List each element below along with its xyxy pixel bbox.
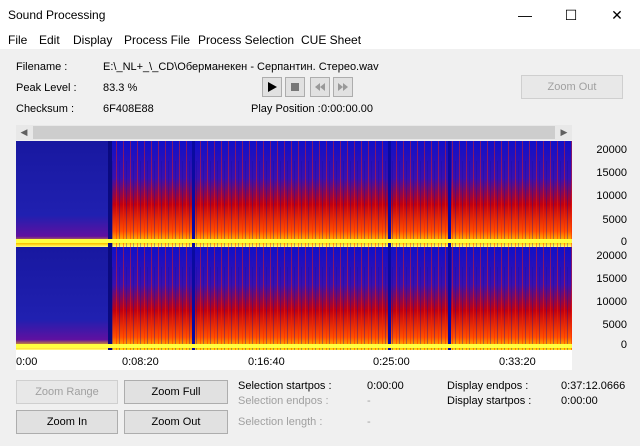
menu-display[interactable]: Display <box>73 33 112 47</box>
rewind-icon <box>315 83 325 91</box>
filename-value: E:\_NL+_\_CD\Оберманекен - Серпантин. Ст… <box>103 61 379 73</box>
y-tick-label: 15000 <box>596 273 627 285</box>
selection-length-label: Selection length : <box>238 416 323 428</box>
zoom-full-button[interactable]: Zoom Full <box>124 380 228 404</box>
display-endpos-value: 0:37:12.0666 <box>561 380 626 392</box>
rewind-button[interactable] <box>310 77 330 97</box>
x-tick-label: 0:25:00 <box>373 356 410 368</box>
zoom-out-button[interactable]: Zoom Out <box>124 410 228 434</box>
display-startpos-label: Display startpos : <box>447 395 532 407</box>
y-tick-label: 0 <box>620 339 627 351</box>
menu-process-selection[interactable]: Process Selection <box>198 33 294 47</box>
close-icon: ✕ <box>611 6 623 23</box>
play-position-label: Play Position : <box>251 103 321 115</box>
horizontal-scrollbar[interactable]: ◀ ▶ <box>16 125 572 140</box>
menu-bar: File Edit Display Process File Process S… <box>0 30 640 50</box>
menu-process-file[interactable]: Process File <box>124 33 190 47</box>
checksum-value: 6F408E88 <box>103 103 154 115</box>
y-tick-label: 20000 <box>596 250 627 262</box>
stop-icon <box>291 83 299 91</box>
y-tick-label: 10000 <box>596 190 627 202</box>
play-button[interactable] <box>262 77 282 97</box>
x-tick-label: 0:00 <box>16 356 38 368</box>
title-bar: Sound Processing — ☐ ✕ <box>0 0 640 30</box>
selection-startpos-value: 0:00:00 <box>367 380 404 392</box>
y-tick-label: 5000 <box>602 319 627 331</box>
zoom-out-top-button[interactable]: Zoom Out <box>521 75 623 99</box>
play-icon <box>268 82 277 92</box>
selection-endpos-label: Selection endpos : <box>238 395 329 407</box>
spectrogram-channel-right[interactable] <box>16 247 572 350</box>
minimize-icon: — <box>518 7 532 23</box>
scroll-left-icon[interactable]: ◀ <box>16 125 32 140</box>
spectrogram-channel-left[interactable] <box>16 141 572 247</box>
display-endpos-label: Display endpos : <box>447 380 529 392</box>
maximize-icon: ☐ <box>564 6 578 23</box>
display-startpos-value: 0:00:00 <box>561 395 598 407</box>
frequency-axis-bottom: 20000 15000 10000 5000 0 <box>573 247 629 351</box>
y-tick-label: 15000 <box>596 167 627 179</box>
frequency-axis-top: 20000 15000 10000 5000 0 <box>573 141 629 248</box>
fast-forward-button[interactable] <box>333 77 353 97</box>
time-axis: 0:00 0:08:20 0:16:40 0:25:00 0:33:20 <box>16 350 572 370</box>
window-title: Sound Processing <box>8 8 106 22</box>
selection-startpos-label: Selection startpos : <box>238 380 332 392</box>
peak-level-value: 83.3 % <box>103 82 138 94</box>
scrollbar-thumb[interactable] <box>33 126 555 139</box>
y-tick-label: 10000 <box>596 296 627 308</box>
y-tick-label: 20000 <box>596 144 627 156</box>
maximize-button[interactable]: ☐ <box>548 0 594 30</box>
x-tick-label: 0:08:20 <box>122 356 159 368</box>
zoom-range-button[interactable]: Zoom Range <box>16 380 118 404</box>
sound-processing-window: Sound Processing — ☐ ✕ File Edit Display… <box>0 0 640 446</box>
filename-label: Filename : <box>16 61 68 73</box>
stop-button[interactable] <box>285 77 305 97</box>
menu-edit[interactable]: Edit <box>39 33 60 47</box>
checksum-label: Checksum : <box>16 103 75 115</box>
minimize-button[interactable]: — <box>502 0 548 30</box>
selection-length-value: - <box>367 416 371 428</box>
play-position-value: 0:00:00.00 <box>321 103 373 115</box>
menu-cue-sheet[interactable]: CUE Sheet <box>301 33 361 47</box>
scroll-right-icon[interactable]: ▶ <box>556 125 572 140</box>
fast-forward-icon <box>338 83 348 91</box>
x-tick-label: 0:16:40 <box>248 356 285 368</box>
zoom-in-button[interactable]: Zoom In <box>16 410 118 434</box>
selection-endpos-value: - <box>367 395 371 407</box>
x-tick-label: 0:33:20 <box>499 356 536 368</box>
close-button[interactable]: ✕ <box>594 0 640 30</box>
peak-level-label: Peak Level : <box>16 82 77 94</box>
menu-file[interactable]: File <box>8 33 27 47</box>
y-tick-label: 5000 <box>602 214 627 226</box>
